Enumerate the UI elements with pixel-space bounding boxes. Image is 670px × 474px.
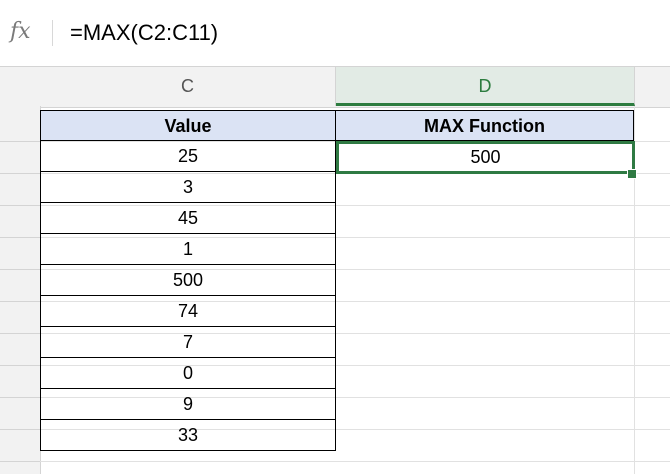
row-header-line: [0, 333, 40, 334]
row-header-line: [0, 269, 40, 270]
value-cell[interactable]: 1: [40, 234, 336, 265]
row-header-line: [0, 141, 40, 142]
value-cell[interactable]: 0: [40, 358, 336, 389]
fill-handle[interactable]: [627, 169, 637, 179]
value-cell[interactable]: 500: [40, 265, 336, 296]
row-header-line: [0, 173, 40, 174]
fx-icon[interactable]: fx: [10, 18, 40, 46]
value-cell[interactable]: 3: [40, 172, 336, 203]
value-cell[interactable]: 25: [40, 141, 336, 172]
formula-divider: [52, 20, 53, 46]
row-header-column: [0, 106, 41, 474]
row-header-line: [0, 365, 40, 366]
spreadsheet-grid: C D Value 25 3 45 1 500 74 7 0 9 33 MAX …: [0, 62, 670, 474]
formula-input[interactable]: =MAX(C2:C11): [70, 18, 218, 48]
row-header-line: [0, 237, 40, 238]
gridline: [40, 461, 670, 462]
column-header-c[interactable]: C: [40, 67, 336, 106]
value-header-cell[interactable]: Value: [40, 110, 336, 141]
value-cell[interactable]: 9: [40, 389, 336, 420]
row-header-line: [0, 301, 40, 302]
row-header-line: [0, 397, 40, 398]
value-cell[interactable]: 45: [40, 203, 336, 234]
value-cell[interactable]: 7: [40, 327, 336, 358]
max-result-cell[interactable]: 500: [336, 141, 635, 174]
formula-bar: fx =MAX(C2:C11): [0, 0, 670, 63]
row-header-line: [0, 429, 40, 430]
value-cell[interactable]: 74: [40, 296, 336, 327]
value-cell[interactable]: 33: [40, 420, 336, 451]
row-header-line: [0, 461, 40, 462]
max-header-cell[interactable]: MAX Function: [336, 110, 634, 141]
column-header-d[interactable]: D: [336, 67, 635, 106]
row-header-line: [0, 205, 40, 206]
